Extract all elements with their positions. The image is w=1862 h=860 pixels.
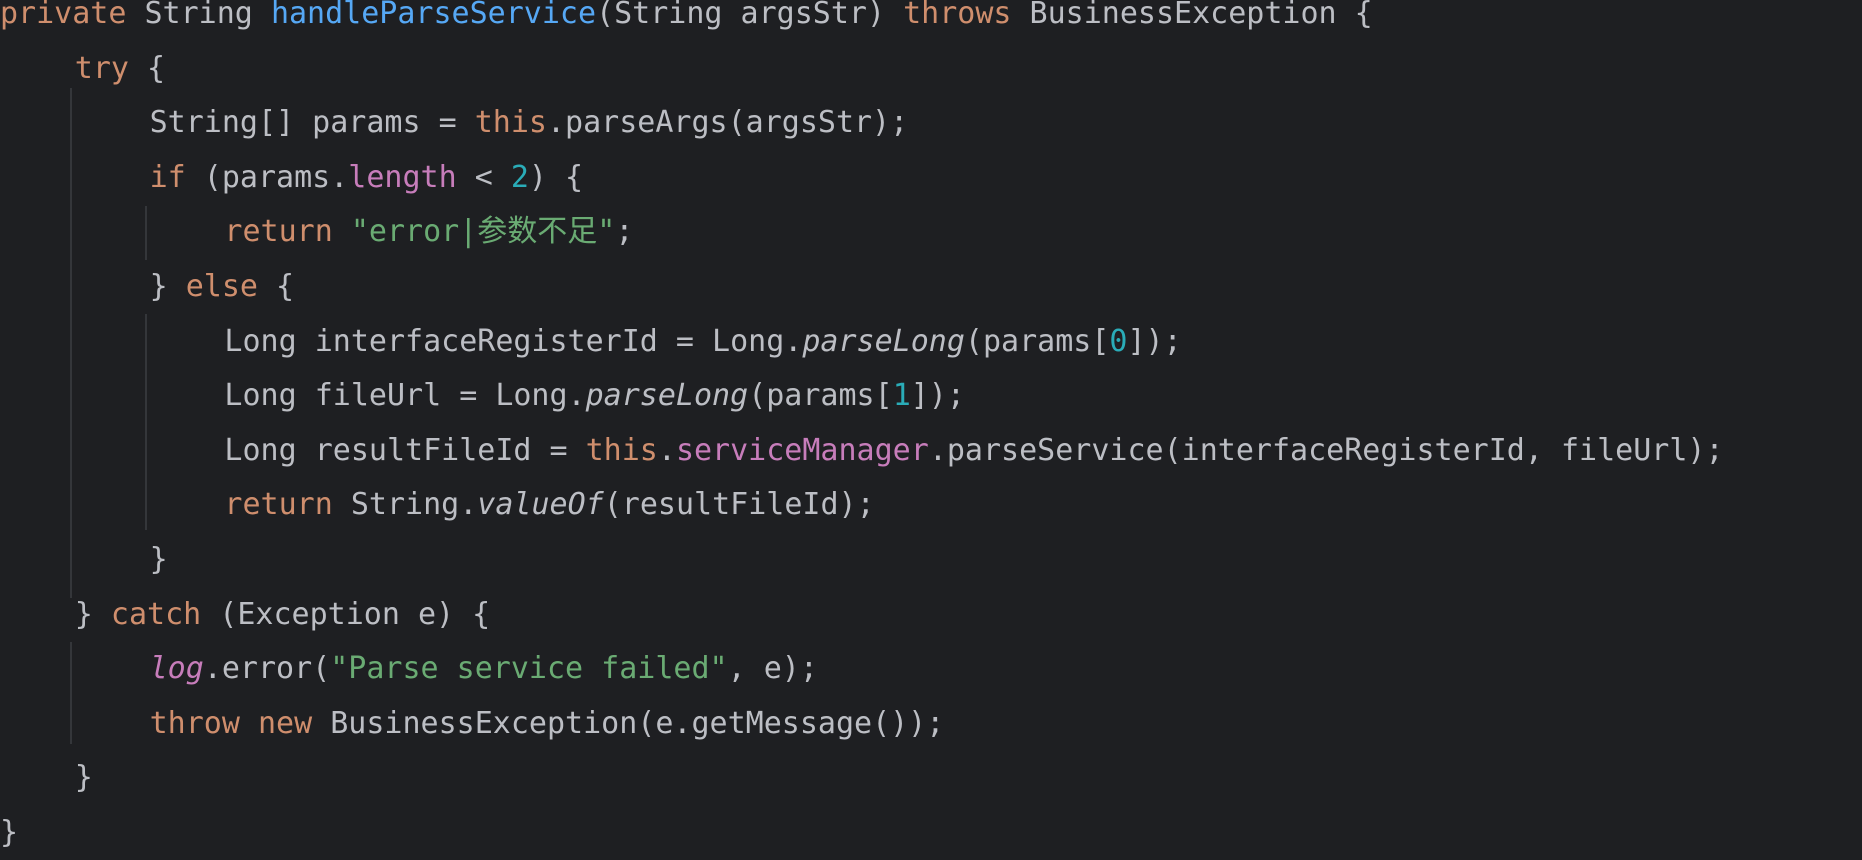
code-line[interactable]: private String handleParseService(String… [0, 0, 1373, 41]
code-token: BusinessException(e.getMessage()); [312, 705, 945, 741]
code-line[interactable]: } catch (Exception e) { [75, 588, 490, 642]
code-line[interactable]: } [75, 751, 93, 805]
code-token: (String argsStr) [596, 0, 904, 31]
code-token: < [456, 159, 511, 195]
code-line[interactable]: Long fileUrl = Long.parseLong(params[1])… [224, 369, 965, 423]
indent-guide [70, 642, 72, 744]
code-token: } [149, 542, 168, 577]
code-token: Long fileUrl = Long. [224, 378, 586, 414]
code-token: Long interfaceRegisterId = Long. [224, 323, 803, 359]
code-token: return [224, 214, 333, 250]
code-line[interactable]: return "error|参数不足"; [224, 205, 633, 259]
code-line[interactable]: log.error("Parse service failed", e); [150, 642, 818, 696]
code-token: (params. [185, 159, 349, 195]
code-token: .error( [203, 651, 331, 687]
code-token: "Parse service failed" [330, 651, 728, 687]
code-token: ) { [528, 159, 584, 195]
code-token: this [585, 432, 658, 468]
code-token: (params[ [964, 323, 1110, 359]
code-token: serviceManager [675, 432, 929, 468]
code-line[interactable]: return String.valueOf(resultFileId); [224, 478, 874, 532]
code-line[interactable]: if (params.length < 2) { [150, 151, 584, 205]
code-token: "error|参数不足" [350, 214, 616, 250]
code-token: this [474, 105, 547, 141]
code-token: handleParseService [270, 0, 597, 31]
code-token: try [74, 50, 129, 86]
code-token: Long resultFileId = [224, 432, 586, 468]
indent-guide [70, 88, 72, 598]
code-token: String [126, 0, 271, 31]
code-token: if [149, 159, 186, 195]
code-token: ]); [1127, 323, 1182, 359]
code-token: parseLong [585, 378, 749, 414]
code-token: log [149, 651, 204, 687]
code-token: , e); [727, 651, 818, 687]
code-token: (Exception e) { [201, 596, 491, 632]
code-token: .parseService(interfaceRegisterId, fileU… [928, 432, 1724, 468]
code-token: throw [149, 705, 240, 741]
code-token: parseLong [802, 323, 965, 359]
code-token: String[] params = [149, 105, 475, 141]
indent-guide [145, 314, 147, 530]
code-token: } [74, 760, 93, 796]
code-token: new [257, 705, 313, 741]
code-token: } [149, 269, 186, 304]
code-token: (params[ [748, 378, 893, 414]
code-editor[interactable]: private String handleParseService(String… [0, 0, 1862, 852]
indent-guide [145, 206, 147, 260]
code-token: { [257, 269, 295, 304]
code-line[interactable]: throw new BusinessException(e.getMessage… [150, 697, 945, 751]
code-token: valueOf [477, 487, 604, 523]
code-token: length [348, 159, 457, 195]
code-line[interactable]: Long interfaceRegisterId = Long.parseLon… [224, 315, 1181, 369]
code-token: ; [615, 214, 634, 250]
code-line[interactable]: String[] params = this.parseArgs(argsStr… [150, 96, 909, 150]
code-token: String. [332, 487, 478, 523]
code-token: } [74, 596, 111, 632]
code-token: catch [110, 596, 202, 632]
code-line[interactable]: try { [75, 42, 165, 96]
code-line[interactable]: } [150, 533, 168, 587]
code-token: throws [903, 0, 1012, 31]
code-token: { [128, 50, 166, 86]
code-token: } [0, 815, 19, 850]
code-token: private [0, 0, 127, 31]
code-line[interactable]: Long resultFileId = this.serviceManager.… [224, 424, 1723, 478]
code-token: 0 [1109, 323, 1128, 359]
code-token: 2 [510, 159, 529, 195]
code-token: 1 [892, 378, 911, 414]
code-token: ]); [910, 378, 965, 414]
code-token: .parseArgs(argsStr); [546, 105, 909, 141]
code-token: BusinessException { [1011, 0, 1373, 31]
code-line[interactable]: } else { [150, 260, 295, 314]
code-token: (resultFileId); [603, 487, 875, 523]
code-token: . [657, 432, 676, 468]
code-token: return [224, 487, 333, 523]
code-token: else [185, 269, 258, 304]
